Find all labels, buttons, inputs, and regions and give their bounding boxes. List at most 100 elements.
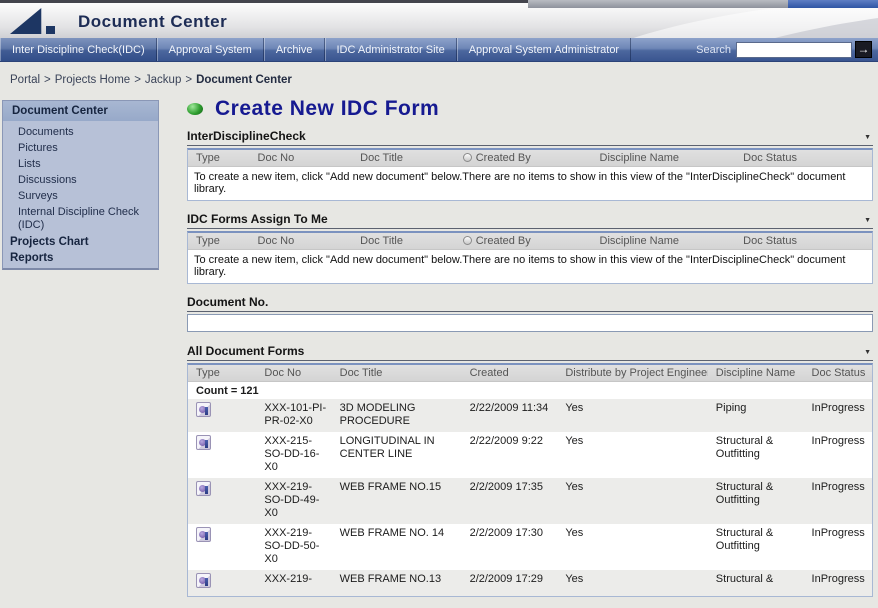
column-discipline-name[interactable]: Discipline Name — [592, 151, 736, 165]
cell-doc-no: XXX-219-SO-DD-49-X0 — [256, 481, 331, 520]
document-form-icon[interactable] — [196, 481, 211, 496]
sidebar-item-discussions[interactable]: Discussions — [3, 173, 158, 189]
section-header-all-document-forms: All Document Forms ▼ — [187, 344, 873, 361]
page-title-row: Create New IDC Form — [187, 97, 873, 121]
cell-doc-title[interactable]: WEB FRAME NO.13 — [332, 573, 462, 592]
breadcrumb-jackup[interactable]: Jackup — [145, 74, 181, 86]
cell-discipline: Piping — [708, 402, 804, 428]
document-form-icon[interactable] — [196, 527, 211, 542]
cell-created: 2/22/2009 11:34 — [462, 402, 558, 428]
cell-doc-no: XXX-219- — [256, 573, 331, 592]
column-created-by[interactable]: Created By — [455, 151, 592, 165]
cell-doc-no: XXX-219-SO-DD-50-X0 — [256, 527, 331, 566]
table-header-row: Type Doc No Doc Title Created By Discipl… — [188, 150, 872, 167]
nav-tab-inter-discipline-check[interactable]: Inter Discipline Check(IDC) — [0, 38, 157, 61]
top-navigation-bar: Inter Discipline Check(IDC) Approval Sys… — [0, 38, 878, 62]
cell-distribute: Yes — [557, 402, 707, 428]
search-go-icon[interactable]: → — [855, 41, 872, 58]
column-doc-no[interactable]: Doc No — [256, 366, 331, 380]
cell-created: 2/2/2009 17:35 — [462, 481, 558, 520]
chevron-down-icon[interactable]: ▼ — [864, 134, 873, 143]
cell-created: 2/2/2009 17:29 — [462, 573, 558, 592]
column-discipline-name[interactable]: Discipline Name — [708, 366, 804, 380]
document-form-icon[interactable] — [196, 573, 211, 588]
cell-distribute: Yes — [557, 481, 707, 520]
breadcrumb-current: Document Center — [196, 74, 292, 86]
nav-tab-approval-system-administrator[interactable]: Approval System Administrator — [457, 38, 631, 61]
column-doc-title[interactable]: Doc Title — [352, 151, 455, 165]
sidebar-item-reports[interactable]: Reports — [3, 250, 158, 266]
document-form-icon[interactable] — [196, 402, 211, 417]
count-row: Count = 121 — [188, 382, 872, 399]
column-discipline-name[interactable]: Discipline Name — [592, 234, 736, 248]
search-input[interactable] — [736, 42, 852, 58]
cell-doc-title[interactable]: WEB FRAME NO.15 — [332, 481, 462, 520]
sidebar-list: Documents Pictures Lists Discussions Sur… — [3, 122, 158, 268]
presence-icon — [463, 236, 472, 245]
search-area: Search → — [696, 38, 878, 61]
sidebar-item-pictures[interactable]: Pictures — [3, 141, 158, 157]
cell-status: InProgress — [804, 527, 872, 566]
sidebar-title-document-center[interactable]: Document Center — [3, 101, 158, 122]
cell-discipline: Structural & Outfitting — [708, 481, 804, 520]
cell-status: InProgress — [804, 402, 872, 428]
table-row: XXX-219- WEB FRAME NO.13 2/2/2009 17:29 … — [188, 570, 872, 596]
cell-doc-no: XXX-101-PI-PR-02-X0 — [256, 402, 331, 428]
window-titlebar-blue-fragment — [788, 0, 878, 8]
empty-library-message: To create a new item, click "Add new doc… — [188, 250, 872, 283]
cell-discipline: Structural & Outfitting — [708, 527, 804, 566]
document-form-icon[interactable] — [196, 435, 211, 450]
nav-tab-archive[interactable]: Archive — [264, 38, 325, 61]
section-header-interdisciplinecheck: InterDisciplineCheck ▼ — [187, 129, 873, 146]
column-doc-no[interactable]: Doc No — [250, 234, 353, 248]
chevron-down-icon[interactable]: ▼ — [864, 349, 873, 358]
section-header-idc-forms-assign-to-me: IDC Forms Assign To Me ▼ — [187, 212, 873, 229]
column-doc-title[interactable]: Doc Title — [332, 366, 462, 380]
cell-doc-title[interactable]: WEB FRAME NO. 14 — [332, 527, 462, 566]
document-no-input[interactable] — [187, 314, 873, 332]
cell-created: 2/22/2009 9:22 — [462, 435, 558, 474]
empty-library-message: To create a new item, click "Add new doc… — [188, 167, 872, 200]
sidebar-item-lists[interactable]: Lists — [3, 157, 158, 173]
cell-status: InProgress — [804, 435, 872, 474]
column-type[interactable]: Type — [188, 151, 250, 165]
status-green-dot-icon — [187, 103, 203, 115]
table-row: XXX-219-SO-DD-49-X0 WEB FRAME NO.15 2/2/… — [188, 478, 872, 524]
column-created-by[interactable]: Created By — [455, 234, 592, 248]
breadcrumb-projects-home[interactable]: Projects Home — [55, 74, 130, 86]
column-type[interactable]: Type — [188, 234, 250, 248]
cell-doc-title[interactable]: LONGITUDINAL IN CENTER LINE — [332, 435, 462, 474]
column-doc-status[interactable]: Doc Status — [804, 366, 872, 380]
nav-tab-approval-system[interactable]: Approval System — [157, 38, 264, 61]
all-document-forms-table: Type Doc No Doc Title Created Distribute… — [187, 363, 873, 597]
column-doc-title[interactable]: Doc Title — [352, 234, 455, 248]
idc-forms-assign-to-me-table: Type Doc No Doc Title Created By Discipl… — [187, 231, 873, 284]
interdisciplinecheck-table: Type Doc No Doc Title Created By Discipl… — [187, 148, 873, 201]
company-logo-icon — [10, 8, 72, 34]
column-doc-no[interactable]: Doc No — [250, 151, 353, 165]
table-row: XXX-215-SO-DD-16-X0 LONGITUDINAL IN CENT… — [188, 432, 872, 478]
cell-distribute: Yes — [557, 527, 707, 566]
nav-tab-idc-administrator-site[interactable]: IDC Administrator Site — [325, 38, 457, 61]
sidebar-item-surveys[interactable]: Surveys — [3, 189, 158, 205]
breadcrumb-portal[interactable]: Portal — [10, 74, 40, 86]
cell-distribute: Yes — [557, 573, 707, 592]
document-no-label: Document No. — [187, 295, 873, 312]
cell-discipline: Structural & — [708, 573, 804, 592]
sidebar-item-internal-discipline-check[interactable]: Internal Discipline Check (IDC) — [3, 205, 158, 234]
cell-discipline: Structural & Outfitting — [708, 435, 804, 474]
column-distribute-by-project-engineer[interactable]: Distribute by Project Engineer — [557, 366, 707, 380]
cell-status: InProgress — [804, 573, 872, 592]
site-title: Document Center — [78, 12, 227, 32]
column-doc-status[interactable]: Doc Status — [735, 234, 872, 248]
chevron-down-icon[interactable]: ▼ — [864, 217, 873, 226]
cell-doc-title[interactable]: 3D MODELING PROCEDURE — [332, 402, 462, 428]
site-banner: Document Center — [0, 3, 878, 38]
sidebar-item-documents[interactable]: Documents — [3, 125, 158, 141]
sidebar-item-projects-chart[interactable]: Projects Chart — [3, 234, 158, 250]
breadcrumb: Portal>Projects Home>Jackup>Document Cen… — [10, 74, 292, 86]
cell-distribute: Yes — [557, 435, 707, 474]
column-doc-status[interactable]: Doc Status — [735, 151, 872, 165]
column-created[interactable]: Created — [462, 366, 558, 380]
column-type[interactable]: Type — [188, 366, 256, 380]
